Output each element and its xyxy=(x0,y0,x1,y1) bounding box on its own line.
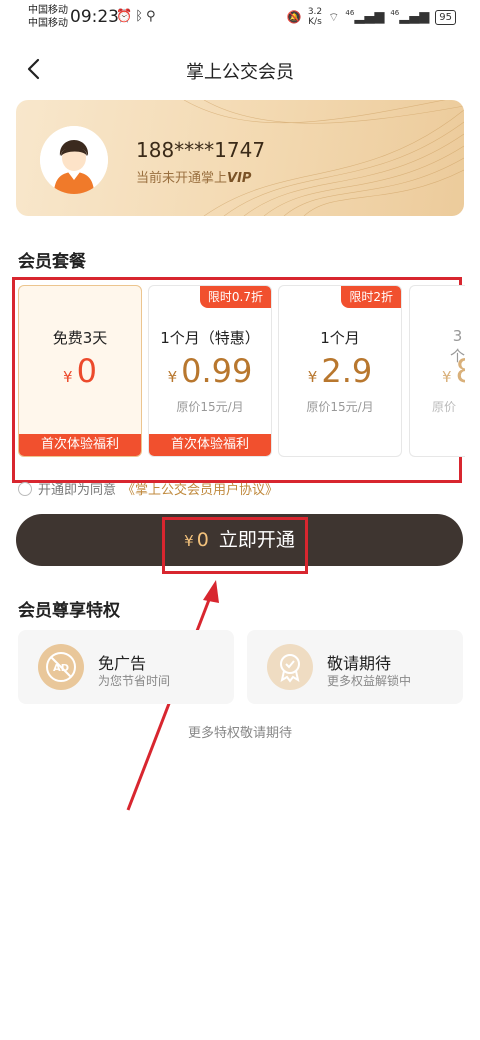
nav-bar: 掌上公交会员 xyxy=(0,44,480,94)
user-avatar-icon xyxy=(40,126,108,194)
carrier-2: 中国移动 xyxy=(28,18,68,29)
ad-free-icon: AD xyxy=(38,644,84,690)
carrier-1: 中国移动 xyxy=(28,5,68,16)
status-icons-right: 🔕 3.2 K/s ⌔ 46▂▄▆ 46▂▄▆ 95 xyxy=(287,7,456,27)
member-card: 188****1747 当前未开通掌上VIP xyxy=(16,100,464,216)
bluetooth-icon: ᛒ xyxy=(135,9,146,24)
carrier-labels: 中国移动 中国移动 xyxy=(28,4,68,30)
agreement-checkbox[interactable] xyxy=(18,481,32,496)
plan-original-price: 原价15元/月 xyxy=(306,400,374,414)
medal-icon xyxy=(267,644,313,690)
plan-card-3-months[interactable]: 3个 ¥8 原价 xyxy=(409,285,465,457)
plans-section-title: 会员套餐 xyxy=(18,252,86,272)
privilege-coming-soon[interactable]: 敬请期待 更多权益解锁中 xyxy=(247,630,463,704)
plan-card-1-month-special[interactable]: 限时0.7折 1个月（特惠） ¥0.99 原价15元/月 首次体验福利 xyxy=(148,285,272,457)
privilege-subtitle: 为您节省时间 xyxy=(98,674,171,688)
mute-icon: 🔕 xyxy=(286,10,302,24)
vip-status: 当前未开通掌上VIP xyxy=(136,171,252,186)
plan-price: ¥0 xyxy=(63,352,97,390)
plan-name: 1个月 xyxy=(320,329,360,347)
privilege-title: 敬请期待 xyxy=(327,654,392,673)
agreement-link[interactable]: 《掌上公交会员用户协议》 xyxy=(122,479,278,498)
plan-card-1-month[interactable]: 限时2折 1个月 ¥2.9 原价15元/月 xyxy=(278,285,402,457)
signal-icon-2: 46▂▄▆ xyxy=(390,9,430,25)
plan-price: ¥2.9 xyxy=(307,352,373,390)
annotation-highlight-button xyxy=(162,517,308,574)
page: 中国移动 中国移动 09:23 ⏰ᛒ⚲ 🔕 3.2 K/s ⌔ 46▂▄▆ 46… xyxy=(0,0,480,1040)
status-bar: 中国移动 中国移动 09:23 ⏰ᛒ⚲ 🔕 3.2 K/s ⌔ 46▂▄▆ 46… xyxy=(0,0,480,36)
plan-footer-badge: 首次体验福利 xyxy=(19,434,141,456)
more-privileges-note: 更多特权敬请期待 xyxy=(187,726,292,741)
avatar[interactable] xyxy=(40,126,108,194)
alarm-icon: ⏰ xyxy=(116,9,136,24)
member-phone: 188****1747 xyxy=(136,138,266,162)
vip-label: VIP xyxy=(227,171,252,186)
status-icons-left: ⏰ᛒ⚲ xyxy=(116,9,159,24)
wifi-icon: ⌔ xyxy=(328,9,340,24)
agreement-row: 开通即为同意 《掌上公交会员用户协议》 xyxy=(18,479,278,498)
status-time: 09:23 xyxy=(70,7,119,27)
plan-original-price: 原价15元/月 xyxy=(176,400,244,414)
plan-name: 免费3天 xyxy=(52,329,108,347)
privilege-ad-free[interactable]: AD 免广告 为您节省时间 xyxy=(18,630,234,704)
net-speed: 3.2 K/s xyxy=(307,7,323,27)
discount-tag: 限时0.7折 xyxy=(199,286,271,308)
agreement-text: 开通即为同意 xyxy=(38,483,117,498)
privileges-section-title: 会员尊享特权 xyxy=(18,601,120,621)
plan-price: ¥0.99 xyxy=(167,352,253,390)
location-icon: ⚲ xyxy=(146,9,159,24)
plan-footer-badge: 首次体验福利 xyxy=(149,434,271,456)
plan-card-free-3-days[interactable]: 免费3天 ¥0 首次体验福利 xyxy=(18,285,142,457)
plan-original-price: 原价 xyxy=(432,400,457,414)
plan-name: 1个月（特惠） xyxy=(160,329,260,347)
page-title: 掌上公交会员 xyxy=(186,62,294,83)
discount-tag: 限时2折 xyxy=(341,286,401,308)
privilege-subtitle: 更多权益解锁中 xyxy=(327,674,412,688)
plan-price: ¥8 xyxy=(442,352,465,390)
privilege-title: 免广告 xyxy=(98,654,147,673)
battery-icon: 95 xyxy=(435,9,456,25)
signal-icon-1: 46▂▄▆ xyxy=(345,9,385,25)
